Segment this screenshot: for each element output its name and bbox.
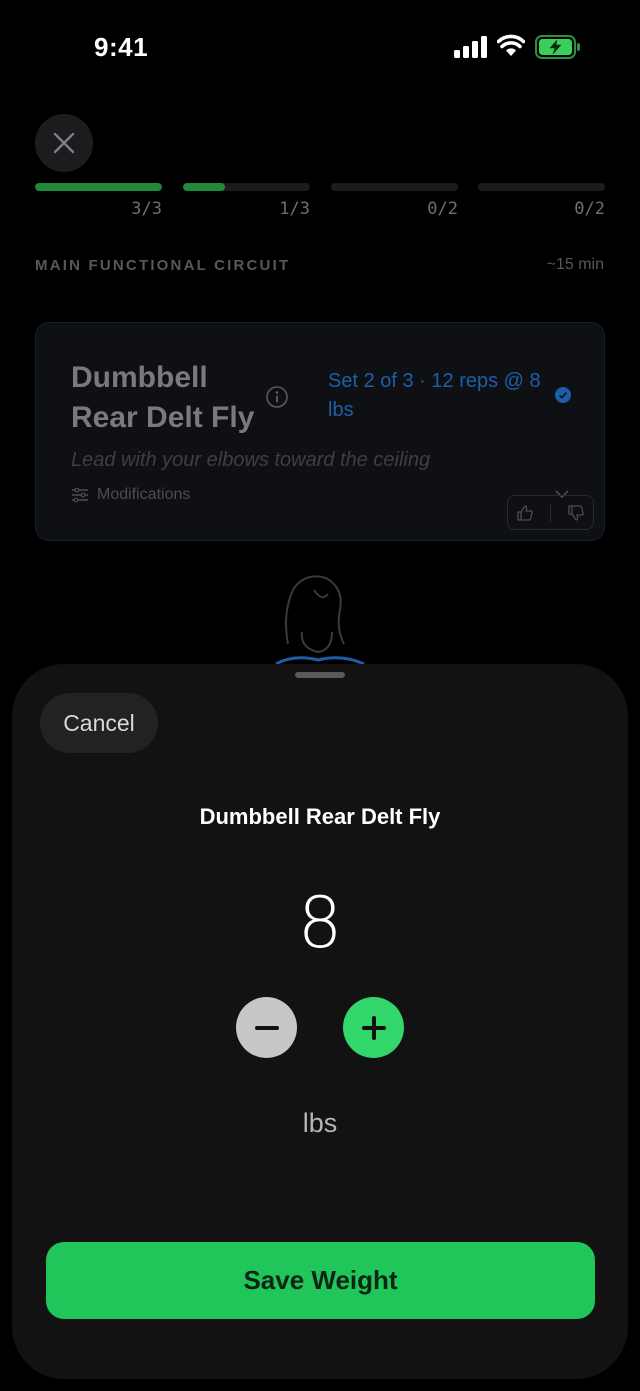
status-time: 9:41 <box>94 32 149 62</box>
sliders-icon <box>72 488 88 502</box>
progress-bar-1 <box>35 183 162 191</box>
edit-weight-sheet: Cancel Dumbbell Rear Delt Fly 8 lbs Save… <box>12 664 628 1379</box>
signal-icon <box>454 36 487 58</box>
close-button[interactable] <box>35 114 93 172</box>
exercise-illustration <box>275 575 365 666</box>
increase-weight-button[interactable] <box>343 997 404 1058</box>
progress-label-1: 3/3 <box>131 199 162 219</box>
wifi-icon <box>497 34 525 56</box>
thumbs-down-icon[interactable] <box>567 504 585 522</box>
sheet-title: Dumbbell Rear Delt Fly <box>199 804 441 829</box>
save-weight-button[interactable]: Save Weight <box>46 1242 595 1319</box>
progress-bar-3 <box>331 183 458 191</box>
modifications-link[interactable]: Modifications <box>71 486 190 504</box>
feedback-buttons <box>507 495 594 530</box>
progress-label-4: 0/2 <box>574 199 605 219</box>
modifications-label: Modifications <box>97 486 191 503</box>
thumbs-up-icon[interactable] <box>516 504 534 522</box>
plus-icon <box>361 1015 386 1040</box>
decrease-weight-button[interactable] <box>236 997 297 1058</box>
exercise-cue: Lead with your elbows toward the ceiling <box>71 449 431 471</box>
progress-bar-2 <box>183 183 310 191</box>
progress-label-3: 0/2 <box>427 199 458 219</box>
progress-fill-1 <box>35 183 162 191</box>
minus-icon <box>254 1025 279 1030</box>
weight-value: 8 <box>297 882 343 964</box>
sheet-grabber[interactable] <box>295 672 345 678</box>
battery-charging-icon <box>535 35 580 59</box>
circuit-duration: ~15 min <box>546 256 604 273</box>
exercise-name: Dumbbell Rear Delt Fly <box>71 361 255 434</box>
exercise-card[interactable]: Dumbbell Rear Delt Fly Set 2 of 3 · 12 r… <box>35 322 605 541</box>
progress-fill-2 <box>183 183 226 191</box>
status-bar: 9:41 <box>0 0 640 96</box>
check-icon <box>555 387 571 403</box>
progress-label-2: 1/3 <box>279 199 310 219</box>
progress-bar-4 <box>478 183 605 191</box>
info-icon[interactable] <box>265 385 289 409</box>
close-icon <box>53 132 75 154</box>
cancel-button[interactable]: Cancel <box>40 693 158 753</box>
feedback-divider <box>550 503 551 522</box>
weight-unit: lbs <box>302 1108 338 1138</box>
circuit-title: MAIN FUNCTIONAL CIRCUIT <box>35 257 291 274</box>
set-info: Set 2 of 3 · 12 reps @ 8 lbs <box>328 370 541 421</box>
